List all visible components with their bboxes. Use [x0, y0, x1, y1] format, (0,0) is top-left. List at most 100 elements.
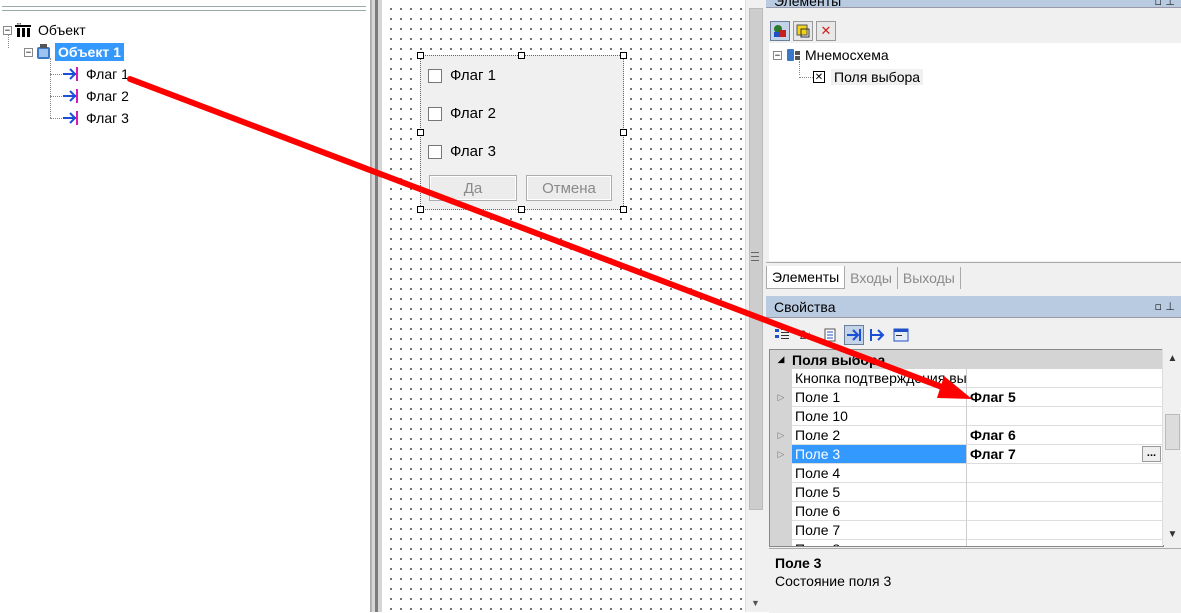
resize-handle[interactable] [417, 206, 424, 213]
tree-node-object-1[interactable]: − Объект 1 [24, 42, 124, 62]
tree-node-object[interactable]: − ▪▪▪ Объект [3, 20, 89, 40]
scroll-up-arrow-icon[interactable]: ▲ [1165, 351, 1180, 366]
tree-line [50, 117, 62, 119]
resize-handle[interactable] [620, 129, 627, 136]
property-value[interactable] [967, 540, 1163, 546]
checkbox-form-widget[interactable]: Флаг 1 Флаг 2 Флаг 3 Да Отмена [417, 52, 627, 213]
scroll-down-arrow-icon[interactable]: ▼ [1165, 527, 1180, 542]
ellipsis-button[interactable]: ... [1142, 446, 1161, 462]
collapse-icon[interactable]: − [24, 47, 33, 57]
property-row[interactable]: Поле 4 [770, 464, 1163, 483]
tab-outputs[interactable]: Выходы [898, 267, 961, 289]
tree-label-flag: Флаг 1 [86, 66, 129, 82]
tree-node-flag-2[interactable]: Флаг 2 [50, 86, 132, 106]
sort-alphabetical-icon[interactable]: 2↓ [796, 325, 816, 345]
property-value[interactable] [967, 521, 1163, 540]
collapse-icon[interactable]: − [773, 50, 782, 60]
events-icon[interactable] [891, 325, 911, 345]
checkbox-flag-2[interactable]: Флаг 2 [428, 105, 496, 122]
description-title: Поле 3 [775, 555, 822, 571]
property-value[interactable]: Флаг 6 [967, 426, 1163, 445]
expand-row-icon[interactable]: ▷ [770, 445, 792, 464]
property-name[interactable]: Поле 4 [792, 464, 967, 483]
property-row[interactable]: Поле 10 [770, 407, 1163, 426]
tree-label-object-1: Объект 1 [55, 43, 124, 61]
object-tree-panel: − ▪▪▪ Объект − Объект 1 Флаг 1 Флаг 2 Фл… [0, 0, 371, 612]
resize-handle[interactable] [518, 206, 525, 213]
property-value[interactable]: Флаг 7... [967, 445, 1163, 464]
property-name[interactable]: Поле 3 [792, 445, 967, 464]
panel-grip[interactable] [2, 6, 366, 7]
scroll-down-arrow-icon[interactable]: ▼ [751, 598, 760, 608]
properties-panel-header: Свойства ▫ ⊥ [766, 296, 1181, 318]
canvas-vertical-scrollbar[interactable]: ▼ [745, 0, 766, 612]
property-name[interactable]: Поле 10 [792, 407, 967, 426]
tree-label-checkbox-fields: Поля выбора [831, 69, 924, 85]
splitter-bar [375, 0, 378, 612]
resize-handle[interactable] [417, 129, 424, 136]
resize-handle[interactable] [417, 52, 424, 59]
link-output-icon[interactable] [867, 325, 887, 345]
property-name[interactable]: Поле 7 [792, 521, 967, 540]
property-value[interactable] [967, 483, 1163, 502]
property-row[interactable]: Поле 5 [770, 483, 1163, 502]
property-row[interactable]: Поле 6 [770, 502, 1163, 521]
resize-handle[interactable] [518, 52, 525, 59]
elements-tabs: Элементы Входы Выходы [766, 262, 1181, 289]
cancel-button[interactable]: Отмена [526, 175, 612, 201]
resize-handle[interactable] [620, 206, 627, 213]
checkbox-box[interactable] [428, 68, 442, 83]
expand-row-icon[interactable]: ▷ [770, 388, 792, 407]
property-name[interactable]: Поле 2 [792, 426, 967, 445]
ok-button[interactable]: Да [429, 175, 517, 201]
tree-node-flag-3[interactable]: Флаг 3 [50, 108, 132, 128]
scrollbar-thumb[interactable] [1165, 414, 1180, 450]
property-value[interactable]: Флаг 5 [967, 388, 1163, 407]
tree-node-mnemoscheme[interactable]: − Мнемосхема [773, 45, 889, 65]
property-category[interactable]: ◢ Поля выбора [770, 350, 1163, 369]
tree-node-flag-1[interactable]: Флаг 1 [50, 64, 132, 84]
property-name[interactable]: Поле 5 [792, 483, 967, 502]
panel-splitter[interactable] [371, 0, 382, 612]
elements-toolbar: ✕ [766, 19, 1181, 43]
add-element-icon[interactable] [770, 21, 790, 41]
property-pages-icon[interactable] [820, 325, 840, 345]
checkbox-flag-3[interactable]: Флаг 3 [428, 143, 496, 160]
resize-handle[interactable] [620, 52, 627, 59]
property-name[interactable]: Поле 1 [792, 388, 967, 407]
expand-row-icon[interactable]: ▷ [770, 426, 792, 445]
link-input-icon[interactable] [844, 325, 864, 345]
row-gutter [770, 407, 792, 426]
property-name[interactable]: Поле 8 [792, 540, 967, 546]
checkbox-box[interactable] [428, 144, 442, 159]
property-row[interactable]: ▷ Поле 2 Флаг 6 [770, 426, 1163, 445]
property-value[interactable] [967, 407, 1163, 426]
property-row[interactable]: Кнопка подтверждения вы [770, 369, 1163, 388]
pin-icon[interactable]: ▫ ⊥ [1154, 0, 1175, 8]
property-value[interactable] [967, 464, 1163, 483]
group-element-icon[interactable] [793, 21, 813, 41]
property-row[interactable]: Поле 8 [770, 540, 1163, 546]
property-row[interactable]: ▷ Поле 1 Флаг 5 [770, 388, 1163, 407]
elements-tree: − Мнемосхема ✕ Поля выбора [769, 43, 1181, 261]
property-grid-scrollbar[interactable]: ▲ ▼ [1162, 349, 1181, 545]
checkbox-box[interactable] [428, 106, 442, 121]
property-value[interactable] [967, 502, 1163, 521]
checkbox-flag-1[interactable]: Флаг 1 [428, 67, 496, 84]
property-row[interactable]: Поле 7 [770, 521, 1163, 540]
property-name[interactable]: Кнопка подтверждения вы [792, 369, 967, 388]
collapse-category-icon[interactable]: ◢ [770, 354, 792, 365]
property-value[interactable] [967, 369, 1163, 388]
tab-elements[interactable]: Элементы [766, 266, 846, 289]
tree-label-flag: Флаг 3 [86, 110, 129, 126]
categorized-view-icon[interactable] [772, 325, 792, 345]
pin-icon[interactable]: ▫ ⊥ [1154, 300, 1175, 313]
tree-node-checkbox-fields[interactable]: ✕ Поля выбора [799, 67, 924, 87]
property-value-text: Флаг 5 [970, 389, 1016, 405]
property-name[interactable]: Поле 6 [792, 502, 967, 521]
elements-panel-title: Элементы [774, 0, 842, 9]
row-gutter [770, 521, 792, 540]
property-row[interactable]: ▷ Поле 3 Флаг 7... [770, 445, 1163, 464]
tab-inputs[interactable]: Входы [845, 267, 898, 289]
delete-element-icon[interactable]: ✕ [816, 21, 836, 41]
